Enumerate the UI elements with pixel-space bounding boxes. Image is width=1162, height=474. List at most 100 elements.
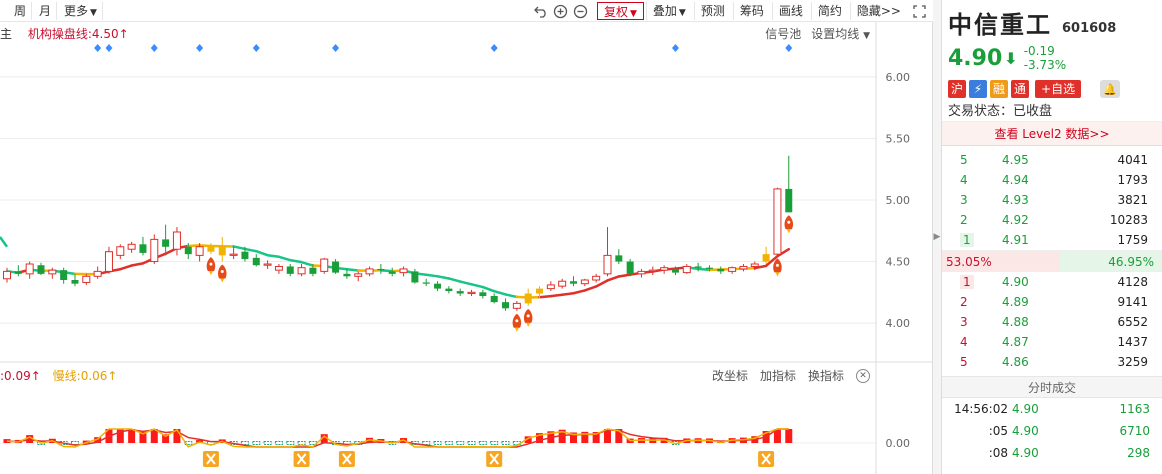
down-arrow-icon: ⬇	[1004, 48, 1018, 68]
bid-price: 4.89	[1002, 295, 1029, 309]
tag-shanghai[interactable]: 沪	[948, 80, 967, 98]
inst-line-segment	[119, 264, 133, 271]
kline-chart[interactable]: 6.00 5.50 5.00 4.50 4.00 0.00	[0, 0, 933, 474]
ask-book: 5 4.95 4041 4 4.94 1793 3 4.93 3821 2 4.92 10283…	[942, 150, 1162, 250]
inst-line-segment	[424, 273, 439, 278]
inst-line-segment	[458, 280, 473, 286]
inst-line-segment	[504, 293, 519, 299]
lightning-icon[interactable]: ⚡	[969, 80, 988, 98]
level2-link[interactable]: 查看 Level2 数据>>	[942, 122, 1162, 146]
inst-line-segment	[481, 285, 496, 293]
candle-body	[580, 279, 589, 285]
zoom-out-icon[interactable]	[571, 1, 591, 21]
more-periods-button[interactable]: 更多 ▼	[59, 1, 103, 20]
switch-indicator-button[interactable]: 换指标	[808, 367, 844, 384]
bid-row: 2 4.89 9141	[942, 292, 1162, 312]
candle-body	[536, 288, 544, 294]
candle-body	[490, 296, 498, 303]
chart-toolbar: 周 月 更多 ▼ 复权 ▼ 叠加 ▼ 预测 筹码 画线 简约 隐藏>>	[0, 0, 933, 22]
diamond-marker	[332, 44, 340, 52]
rocket-flame	[775, 272, 780, 277]
change-axis-button[interactable]: 改坐标	[712, 367, 748, 384]
inst-line-segment	[594, 279, 609, 288]
candle-body	[48, 269, 57, 275]
bid-volume: 4128	[1117, 275, 1148, 289]
tag-connect[interactable]: 通	[1011, 80, 1030, 98]
rocket-window	[775, 263, 779, 267]
add-watchlist-button[interactable]: +自选	[1035, 80, 1082, 98]
ask-level: 2	[960, 213, 968, 227]
simple-mode-button[interactable]: 简约	[810, 2, 848, 20]
inst-line-segment	[130, 262, 145, 267]
period-week-button[interactable]: 周	[0, 1, 33, 20]
ticks-title[interactable]: 分时成交	[942, 376, 1162, 398]
forecast-button[interactable]: 预测	[693, 2, 731, 20]
osc-bar-neg	[478, 441, 487, 445]
osc-bar-neg	[252, 441, 261, 445]
inst-line-segment	[696, 267, 711, 272]
ask-level: 4	[960, 173, 968, 187]
ask-price: 4.93	[1002, 193, 1029, 207]
chips-button[interactable]: 筹码	[732, 2, 770, 20]
diamond-marker	[785, 44, 793, 52]
osc-bar-neg	[444, 441, 453, 445]
panel-collapse-handle[interactable]: ▶	[933, 0, 942, 474]
candle-body	[93, 270, 102, 277]
fullscreen-icon[interactable]	[909, 1, 929, 21]
candle-body	[785, 188, 793, 213]
ask-row: 4 4.94 1793	[942, 170, 1162, 190]
bid-row: 5 4.86 3259	[942, 352, 1162, 372]
candle-body	[660, 267, 669, 271]
close-icon[interactable]: ✕	[856, 368, 870, 383]
candle-body	[456, 291, 464, 294]
inst-line-segment	[606, 275, 621, 282]
bid-level: 3	[960, 315, 968, 329]
ask-row: 2 4.92 10283	[942, 210, 1162, 230]
candle-body	[354, 273, 363, 277]
bid-row: 3 4.88 6552	[942, 312, 1162, 332]
candle-body	[286, 266, 294, 274]
osc-bar	[785, 429, 793, 443]
candle-body	[682, 265, 691, 274]
hide-panel-button[interactable]: 隐藏>>	[849, 2, 907, 20]
candle-body	[207, 246, 215, 252]
adjust-rights-button[interactable]: 复权 ▼	[596, 2, 644, 20]
candle-body	[37, 265, 45, 274]
ma-settings-button[interactable]: 设置均线 ▼	[811, 25, 870, 42]
add-indicator-button[interactable]: 加指标	[760, 367, 796, 384]
bell-icon[interactable]: 🔔	[1100, 80, 1121, 98]
overlay-button[interactable]: 叠加 ▼	[645, 2, 692, 20]
overlay-label: 叠加	[652, 4, 677, 18]
inst-line-segment	[277, 255, 292, 262]
osc-bar-neg	[467, 441, 476, 445]
candle-body	[671, 268, 679, 273]
slow-line-value: 0.06	[80, 369, 108, 383]
draw-line-button[interactable]: 画线	[771, 2, 809, 20]
price-tick-label: 4.50	[886, 256, 911, 269]
zoom-in-icon[interactable]	[551, 1, 571, 21]
rocket-window	[787, 220, 791, 224]
signal-pool-button[interactable]: 信号池	[765, 25, 801, 42]
bid-price: 4.87	[1002, 335, 1029, 349]
candle-body	[546, 284, 555, 290]
sub-chart-tools: 改坐标 加指标 换指标 ✕	[712, 367, 870, 384]
candle-body	[332, 261, 340, 273]
fast-line-value: :0.09	[0, 369, 31, 383]
bid-volume: 9141	[1117, 295, 1148, 309]
candle-body	[3, 270, 11, 280]
period-month-button[interactable]: 月	[34, 1, 58, 20]
inst-line-segment	[572, 289, 587, 295]
ask-volume: 1793	[1117, 173, 1148, 187]
candle-body	[773, 188, 782, 255]
undo-icon[interactable]	[531, 1, 551, 21]
osc-bar-neg	[456, 441, 465, 445]
ask-price: 4.94	[1002, 173, 1029, 187]
ask-row: 1 4.91 1759	[942, 230, 1162, 250]
kline-chart-area[interactable]: 6.00 5.50 5.00 4.50 4.00 0.00 周 月 更多 ▼ 复权 ▼ 叠加 ▼	[0, 0, 933, 474]
caret-down-icon: ▼	[629, 9, 637, 19]
diamond-marker	[196, 44, 204, 52]
osc-bar-neg	[240, 441, 249, 445]
tag-margin[interactable]: 融	[990, 80, 1009, 98]
candle-body	[195, 246, 204, 256]
tick-time: :08	[988, 446, 1008, 460]
